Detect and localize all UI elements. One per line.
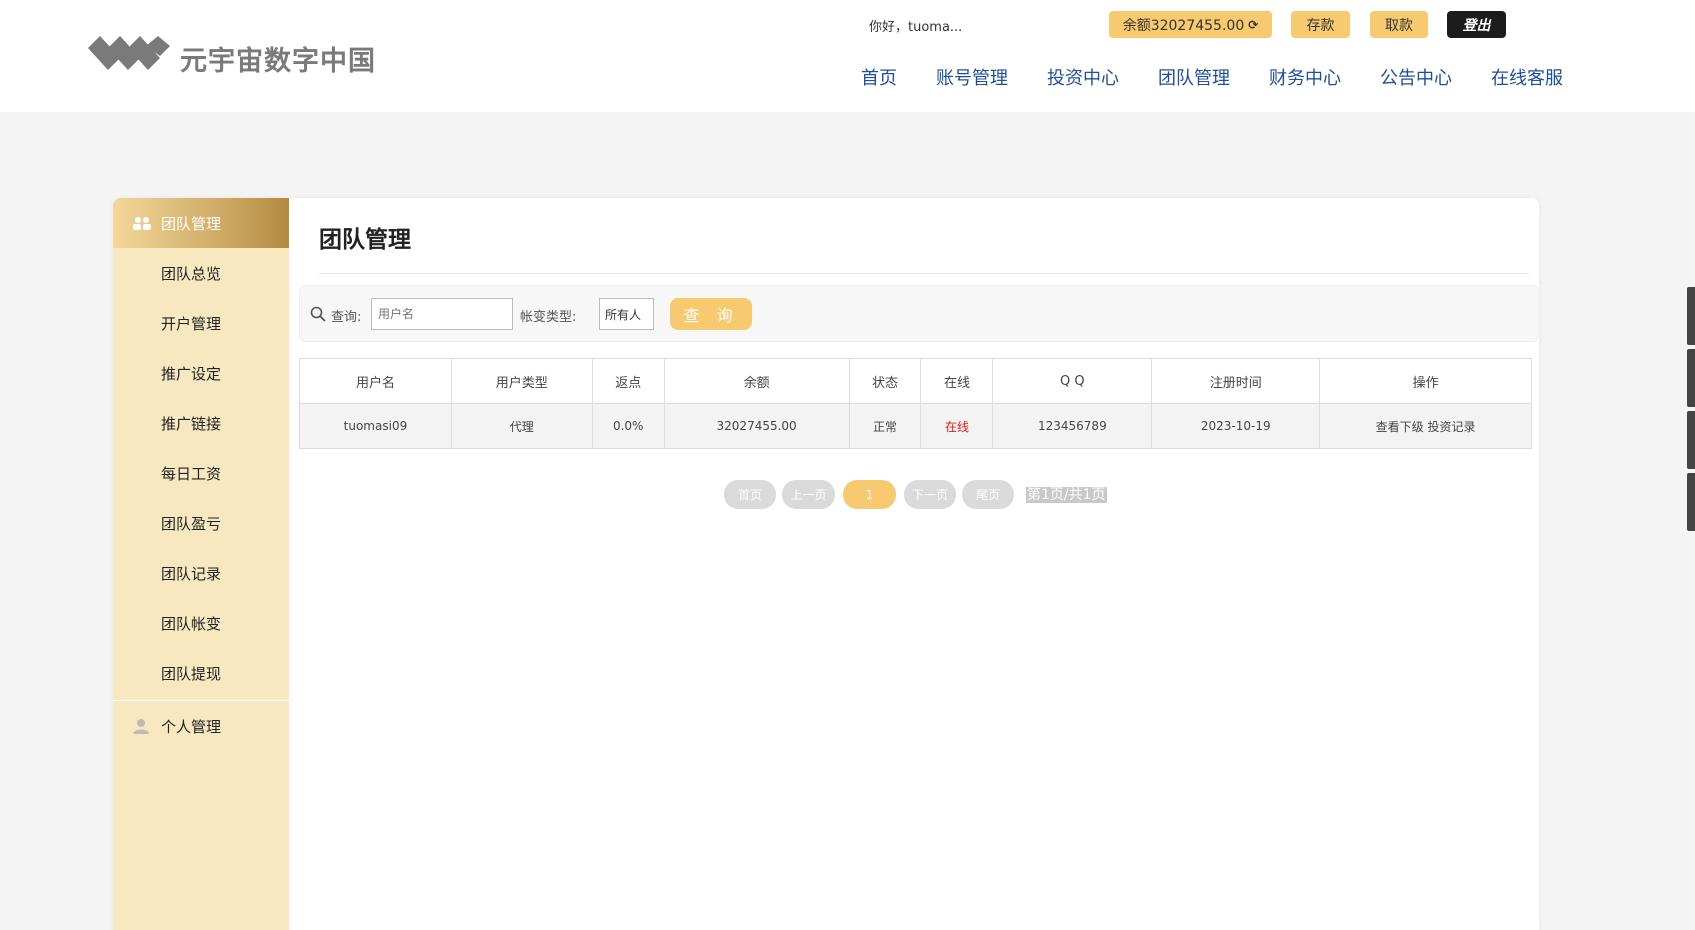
- col-username: 用户名: [299, 358, 452, 404]
- cell-rebate: 0.0%: [591, 403, 665, 449]
- cell-user-type: 代理: [450, 403, 593, 449]
- main-card: 团队管理 团队总览 开户管理 推广设定 推广链接 每日工资 团队盈亏 团队记录 …: [113, 198, 1539, 930]
- search-icon: [310, 306, 326, 326]
- side-tab[interactable]: [1687, 287, 1695, 345]
- user-icon: [133, 718, 151, 734]
- col-qq: Q Q: [992, 358, 1153, 404]
- sidebar-item-team-overview[interactable]: 团队总览: [113, 248, 289, 298]
- filter-bar: 查询: 帐变类型: 所有人 查 询: [299, 285, 1539, 342]
- nav-support[interactable]: 在线客服: [1491, 64, 1563, 90]
- balance-label: 余额32027455.00: [1122, 17, 1245, 34]
- username-input[interactable]: [371, 298, 513, 330]
- cell-username: tuomasi09: [299, 403, 452, 449]
- deposit-button[interactable]: 存款: [1291, 11, 1350, 38]
- sidebar-item-daily-wage[interactable]: 每日工资: [113, 448, 289, 498]
- side-tab[interactable]: [1687, 473, 1695, 531]
- sidebar-team-header-label: 团队管理: [161, 214, 222, 233]
- balance-button[interactable]: 余额32027455.00 ⟳: [1109, 11, 1272, 38]
- nav-investment[interactable]: 投资中心: [1047, 64, 1119, 90]
- site-logo[interactable]: 元宇宙数字中国: [88, 36, 376, 80]
- top-header: 元宇宙数字中国 你好，tuoma... 余额32027455.00 ⟳ 存款 取…: [0, 0, 1695, 112]
- logo-mark-icon: [88, 36, 170, 70]
- page-prev-button[interactable]: 上一页: [782, 480, 835, 509]
- cell-online: 在线: [920, 403, 994, 449]
- page-title: 团队管理: [319, 227, 411, 253]
- logout-button[interactable]: 登出: [1447, 11, 1506, 38]
- sidebar-team-header[interactable]: 团队管理: [113, 198, 289, 248]
- nav-account[interactable]: 账号管理: [936, 64, 1008, 90]
- page-current-button[interactable]: 1: [843, 480, 896, 509]
- team-table: 用户名 用户类型 返点 余额 状态 在线 Q Q 注册时间 操作 tuomasi…: [299, 358, 1532, 449]
- nav-announcements[interactable]: 公告中心: [1380, 64, 1452, 90]
- sidebar: 团队管理 团队总览 开户管理 推广设定 推广链接 每日工资 团队盈亏 团队记录 …: [113, 198, 289, 930]
- col-rebate: 返点: [591, 358, 665, 404]
- content-area: 团队管理 查询: 帐变类型: 所有人 查 询 用户名: [289, 198, 1539, 930]
- sidebar-item-team-records[interactable]: 团队记录: [113, 548, 289, 598]
- team-icon: [133, 216, 151, 230]
- cell-reg-time: 2023-10-19: [1151, 403, 1321, 449]
- cell-balance: 32027455.00: [663, 403, 850, 449]
- main-nav: 首页 账号管理 投资中心 团队管理 财务中心 公告中心 在线客服: [861, 64, 1563, 90]
- user-greeting: 你好，tuoma...: [869, 20, 963, 35]
- col-status: 状态: [848, 358, 922, 404]
- title-divider: [319, 273, 1529, 274]
- withdraw-button[interactable]: 取款: [1370, 11, 1428, 38]
- table-row: tuomasi09 代理 0.0% 32027455.00 正常 在线 1234…: [299, 403, 1532, 449]
- col-online: 在线: [920, 358, 994, 404]
- cell-qq: 123456789: [992, 403, 1153, 449]
- sidebar-item-team-withdrawals[interactable]: 团队提现: [113, 648, 289, 698]
- query-label: 查询:: [331, 310, 362, 325]
- nav-finance[interactable]: 财务中心: [1269, 64, 1341, 90]
- logo-text: 元宇宙数字中国: [180, 45, 376, 77]
- table-header-row: 用户名 用户类型 返点 余额 状态 在线 Q Q 注册时间 操作: [299, 358, 1532, 404]
- side-tab[interactable]: [1687, 349, 1695, 407]
- col-balance: 余额: [663, 358, 850, 404]
- sidebar-item-open-account[interactable]: 开户管理: [113, 298, 289, 348]
- nav-home[interactable]: 首页: [861, 64, 897, 90]
- type-label: 帐变类型:: [520, 310, 577, 325]
- page-info: 第1页/共1页: [1026, 487, 1107, 503]
- side-tab[interactable]: [1687, 411, 1695, 469]
- refresh-icon[interactable]: ⟳: [1248, 18, 1258, 32]
- query-button[interactable]: 查 询: [670, 298, 752, 330]
- side-floating-tabs: [1687, 287, 1695, 535]
- sidebar-item-team-account-changes[interactable]: 团队帐变: [113, 598, 289, 648]
- page-last-button[interactable]: 尾页: [962, 480, 1014, 509]
- page-first-button[interactable]: 首页: [724, 480, 776, 509]
- page-next-button[interactable]: 下一页: [904, 480, 956, 509]
- sidebar-personal-label: 个人管理: [161, 717, 222, 736]
- sidebar-item-promo-link[interactable]: 推广链接: [113, 398, 289, 448]
- nav-team[interactable]: 团队管理: [1158, 64, 1230, 90]
- cell-actions[interactable]: 查看下级 投资记录: [1319, 403, 1532, 449]
- sidebar-item-team-profit[interactable]: 团队盈亏: [113, 498, 289, 548]
- col-actions: 操作: [1319, 358, 1532, 404]
- cell-status: 正常: [848, 403, 922, 449]
- sidebar-personal-header[interactable]: 个人管理: [113, 701, 289, 751]
- sidebar-item-promo-settings[interactable]: 推广设定: [113, 348, 289, 398]
- col-reg-time: 注册时间: [1151, 358, 1321, 404]
- type-select[interactable]: 所有人: [599, 298, 654, 330]
- pagination: 首页 上一页 1 下一页 尾页 第1页/共1页: [289, 480, 1539, 510]
- col-user-type: 用户类型: [450, 358, 593, 404]
